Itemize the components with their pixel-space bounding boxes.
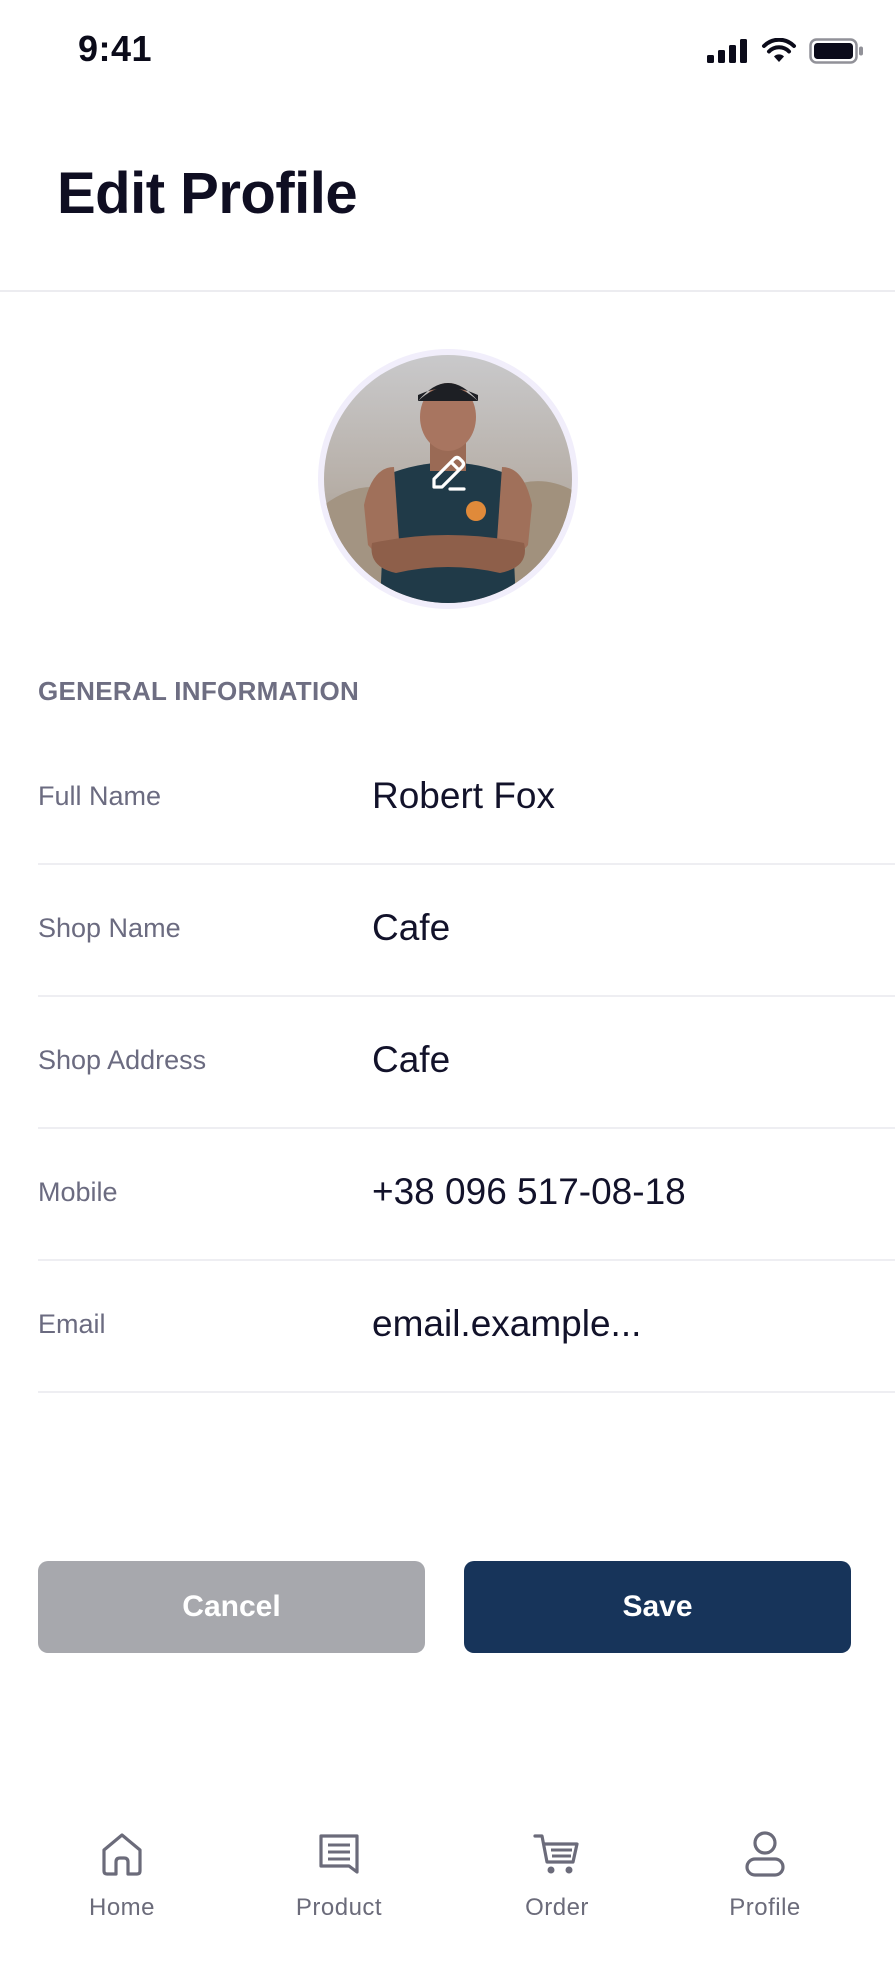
nav-label-profile: Profile <box>729 1894 801 1921</box>
user-icon <box>745 1831 785 1877</box>
cancel-button[interactable]: Cancel <box>38 1561 425 1653</box>
email-field[interactable]: email.example... <box>372 1303 641 1345</box>
shop-address-label: Shop Address <box>38 1045 207 1075</box>
form-row-email: Email email.example... <box>38 1261 895 1393</box>
nav-item-home[interactable]: Home <box>42 1828 202 1938</box>
status-bar: 9:41 <box>0 0 895 100</box>
full-name-label: Full Name <box>38 781 162 811</box>
page-title: Edit Profile <box>57 161 358 226</box>
section-label-general-information: GENERAL INFORMATION <box>38 676 360 706</box>
shop-name-field[interactable]: Cafe <box>372 907 450 949</box>
nav-label-order: Order <box>525 1894 589 1921</box>
battery-icon <box>809 38 863 64</box>
nav-item-product[interactable]: Product <box>259 1828 419 1938</box>
status-icons <box>707 36 865 66</box>
mobile-label: Mobile <box>38 1177 118 1207</box>
nav-item-profile[interactable]: Profile <box>685 1828 845 1938</box>
cellular-signal-icon <box>707 39 747 63</box>
header-divider <box>0 290 895 292</box>
status-time: 9:41 <box>78 28 153 69</box>
full-name-field[interactable]: Robert Fox <box>372 775 555 817</box>
mobile-field[interactable]: +38 096 517-08-18 <box>372 1171 686 1213</box>
wifi-icon <box>762 38 796 62</box>
email-label: Email <box>38 1309 106 1339</box>
pencil-icon <box>432 455 466 491</box>
cart-icon <box>533 1834 579 1874</box>
nav-label-home: Home <box>88 1894 156 1921</box>
nav-item-order[interactable]: Order <box>477 1828 637 1938</box>
home-icon <box>102 1833 142 1876</box>
form-row-mobile: Mobile +38 096 517-08-18 <box>38 1129 895 1261</box>
avatar <box>324 355 572 603</box>
shop-address-field[interactable]: Cafe <box>372 1039 450 1081</box>
save-button[interactable]: Save <box>464 1561 851 1653</box>
form-row-shop-address: Shop Address Cafe <box>38 997 895 1129</box>
avatar-edit-button[interactable] <box>318 349 578 609</box>
nav-label-product: Product <box>295 1894 383 1921</box>
general-information-form: Full Name Robert Fox Shop Name Cafe Shop… <box>38 733 895 1393</box>
message-icon <box>319 1834 359 1874</box>
bottom-nav: Home Product Order Profile <box>0 1800 895 1962</box>
form-row-shop-name: Shop Name Cafe <box>38 865 895 997</box>
edit-profile-screen: 9:41 Edit Profile GENERAL INFORMATION Fu… <box>0 0 895 1962</box>
shop-name-label: Shop Name <box>38 913 181 943</box>
form-row-full-name: Full Name Robert Fox <box>38 733 895 865</box>
